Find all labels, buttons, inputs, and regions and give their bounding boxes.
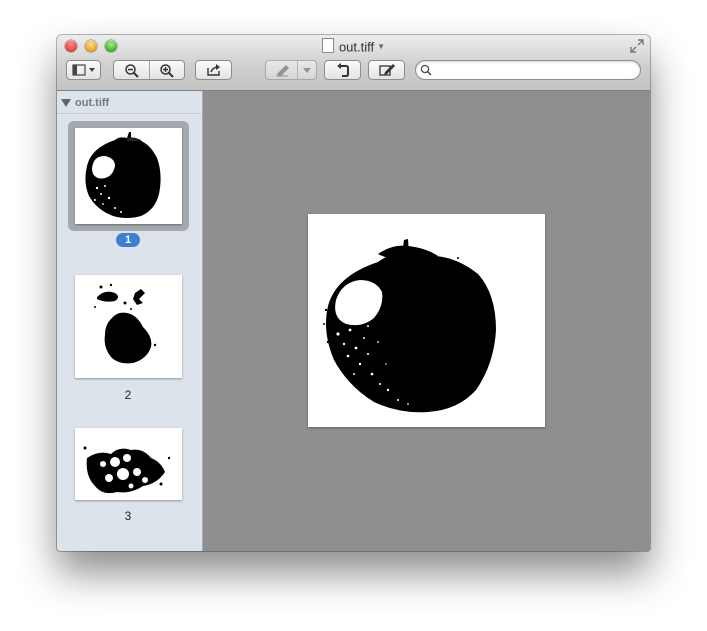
search-icon xyxy=(420,64,432,76)
apple-thumbnail-image xyxy=(85,132,161,218)
preview-window: out.tiff ▼ out.tiff 1 2 3 xyxy=(57,35,650,551)
titlebar: out.tiff ▼ xyxy=(57,35,650,91)
divider xyxy=(57,113,201,114)
page-thumbnail-1[interactable] xyxy=(75,128,182,224)
zoom-segmented-control xyxy=(113,60,185,80)
search-field[interactable] xyxy=(415,60,641,80)
fullscreen-icon[interactable] xyxy=(630,39,644,53)
page-thumbnail-2[interactable] xyxy=(75,275,182,378)
share-icon xyxy=(206,64,220,76)
page-number-label[interactable]: 2 xyxy=(116,388,140,402)
blob-thumbnail-image xyxy=(94,283,157,364)
document-page-1 xyxy=(308,214,545,427)
zoom-in-icon[interactable] xyxy=(159,63,175,79)
window-title: out.tiff xyxy=(338,39,375,55)
segment-divider xyxy=(149,61,150,79)
edit-icon xyxy=(378,64,395,76)
markup-button[interactable] xyxy=(265,60,317,80)
sidebar-toggle-button[interactable] xyxy=(66,60,101,80)
share-button[interactable] xyxy=(195,60,232,80)
page-number-label[interactable]: 3 xyxy=(116,509,140,523)
edit-button[interactable] xyxy=(368,60,405,80)
document-icon xyxy=(321,38,334,54)
splatter-thumbnail-image xyxy=(83,446,171,494)
apple-image xyxy=(323,239,496,413)
thumbnail-sidebar: out.tiff 1 2 3 xyxy=(57,91,203,551)
rotate-button[interactable] xyxy=(324,60,361,80)
segment-divider xyxy=(297,61,298,79)
page-thumbnail-3[interactable] xyxy=(75,428,182,500)
page-number-badge-selected[interactable]: 1 xyxy=(116,233,140,247)
sidebar-header-label: out.tiff xyxy=(75,97,110,109)
rotate-left-icon xyxy=(336,63,349,77)
pen-icon xyxy=(276,65,289,77)
zoom-out-icon[interactable] xyxy=(124,63,140,79)
search-input[interactable] xyxy=(436,62,638,80)
disclosure-triangle-icon[interactable] xyxy=(61,99,71,107)
sidebar-header[interactable]: out.tiff xyxy=(61,95,109,111)
title-menu-caret-icon[interactable]: ▼ xyxy=(377,42,385,51)
window-title-area[interactable]: out.tiff ▼ xyxy=(57,38,650,54)
document-content-area xyxy=(203,91,650,551)
sidebar-icon xyxy=(71,64,95,76)
chevron-down-icon xyxy=(303,68,311,73)
